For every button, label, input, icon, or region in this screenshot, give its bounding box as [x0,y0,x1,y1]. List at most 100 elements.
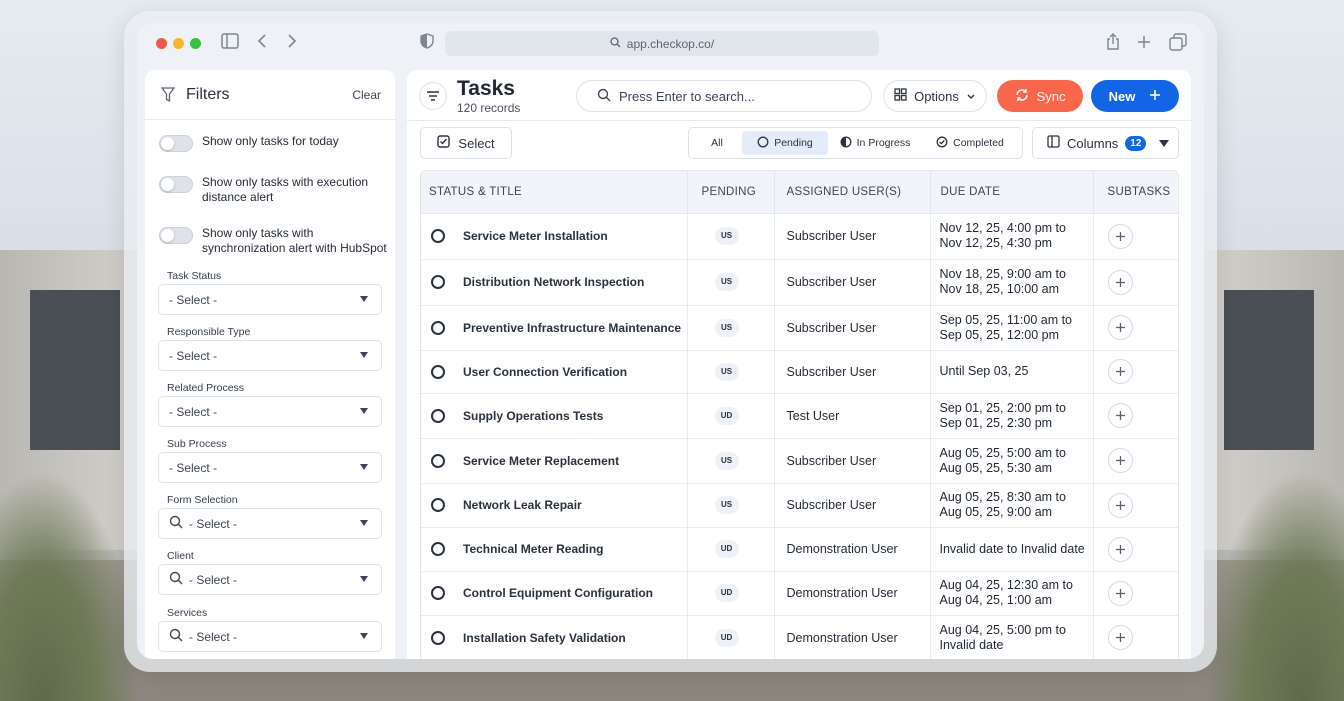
table-row[interactable]: Service Meter Installation US Subscriber U… [421,213,1178,260]
browser-chrome: app.checkop.co/ [137,23,1204,68]
options-button[interactable]: Options [883,80,987,112]
filters-header: Filters Clear [145,70,395,120]
toggle-label: Show only tasks for today [202,134,339,148]
pending-cell: UD [687,571,775,616]
responsible-type-select[interactable]: - Select - [158,340,382,371]
columns-button[interactable]: Columns 12 [1032,127,1179,159]
assigned-user-cell: Demonstration User [774,527,931,572]
form-selection-select[interactable]: - Select - [158,508,382,539]
search-icon [169,571,183,588]
toggle-hubspot-alert[interactable]: Show only tasks with synchronization ale… [159,226,391,256]
table-row[interactable]: Control Equipment Configuration UD Demonst… [421,571,1178,616]
status-title-cell: Supply Operations Tests [421,393,688,439]
toggle-today-tasks[interactable]: Show only tasks for today [159,134,391,152]
search-input[interactable]: Press Enter to search... [576,80,872,112]
sidebar-toggle-icon[interactable] [221,33,239,53]
pending-cell: US [687,259,775,306]
task-title[interactable]: Service Meter Installation [463,229,608,243]
tab-pending[interactable]: Pending [742,131,828,155]
tab-completed[interactable]: Completed [922,131,1018,155]
user-initials-badge: US [714,227,739,245]
address-bar[interactable]: app.checkop.co/ [445,31,879,56]
status-radio[interactable] [431,320,445,335]
add-subtask-button[interactable] [1107,492,1133,518]
assigned-user-cell: Subscriber User [774,483,931,528]
table-row[interactable]: Preventive Infrastructure Maintenance US S… [421,305,1178,351]
add-subtask-button[interactable] [1107,269,1133,295]
tab-all[interactable]: All [692,131,742,155]
new-tab-icon[interactable] [1137,33,1151,53]
filters-menu-button[interactable] [419,82,447,110]
status-radio[interactable] [431,364,445,379]
status-radio[interactable] [431,275,445,289]
table-row[interactable]: Service Meter Replacement US Subscriber Us… [421,438,1178,484]
task-title[interactable]: User Connection Verification [463,365,627,379]
column-header-subtasks[interactable]: SUBTASKS [1093,171,1178,214]
maximize-window-button[interactable] [190,38,201,49]
task-title[interactable]: Preventive Infrastructure Maintenance [463,321,681,335]
add-subtask-button[interactable] [1107,359,1133,384]
share-icon[interactable] [1105,33,1121,55]
due-date-line-1: Aug 04, 25, 5:00 pm to [939,622,1066,637]
toggle-distance-alert[interactable]: Show only tasks with execution distance … [159,175,391,205]
record-count: 120 records [457,101,521,115]
table-row[interactable]: Technical Meter Reading UD Demonstration U… [421,527,1178,572]
table-row[interactable]: Distribution Network Inspection US Subscri… [421,259,1178,306]
status-radio[interactable] [431,542,445,556]
toggle-label: Show only tasks with execution distance … [202,175,369,204]
task-title[interactable]: Network Leak Repair [463,498,582,512]
toggle-switch[interactable] [159,176,193,193]
client-select[interactable]: - Select - [158,564,382,595]
related-process-select[interactable]: - Select - [158,396,382,427]
plus-icon [1115,277,1125,287]
task-title[interactable]: Technical Meter Reading [463,542,603,556]
forward-icon[interactable] [287,33,297,53]
column-header-pending[interactable]: PENDING [687,171,775,214]
assigned-user-cell: Subscriber User [774,438,931,484]
task-status-select[interactable]: - Select - [158,284,382,315]
close-window-button[interactable] [156,38,167,49]
due-date-line-1: Sep 05, 25, 11:00 am to [939,312,1073,327]
add-subtask-button[interactable] [1107,580,1133,606]
add-subtask-button[interactable] [1107,315,1133,340]
table-row[interactable]: Installation Safety Validation UD Demonstr… [421,615,1178,659]
sync-button[interactable]: Sync [997,80,1083,112]
status-radio[interactable] [431,229,445,243]
back-icon[interactable] [257,33,267,53]
status-radio[interactable] [431,630,445,645]
minimize-window-button[interactable] [173,38,184,49]
column-header-status-title[interactable]: STATUS & TITLE [421,171,688,214]
due-date-cell: Nov 18, 25, 9:00 am to Nov 18, 25, 10:00 … [930,259,1094,306]
services-select[interactable]: - Select - [158,621,382,652]
task-title[interactable]: Distribution Network Inspection [463,275,644,289]
sub-process-select[interactable]: - Select - [158,452,382,483]
assigned-user-cell: Subscriber User [774,305,931,351]
add-subtask-button[interactable] [1107,536,1133,562]
tabs-overview-icon[interactable] [1169,33,1187,55]
subtasks-cell [1093,615,1178,659]
select-button[interactable]: Select [420,127,512,159]
toggle-switch[interactable] [159,135,193,152]
status-radio[interactable] [431,498,445,512]
new-task-button[interactable]: New [1091,80,1179,112]
task-title[interactable]: Control Equipment Configuration [463,586,653,600]
tab-in-progress[interactable]: In Progress [828,131,922,155]
clear-filters-button[interactable]: Clear [352,88,381,102]
status-radio[interactable] [431,453,445,468]
task-title[interactable]: Supply Operations Tests [463,409,603,423]
table-row[interactable]: Network Leak Repair US Subscriber User Aug … [421,483,1178,528]
add-subtask-button[interactable] [1107,403,1133,428]
column-header-assigned-users[interactable]: ASSIGNED USER(S) [774,171,931,214]
status-radio[interactable] [431,586,445,600]
add-subtask-button[interactable] [1107,223,1133,249]
status-radio[interactable] [431,408,445,423]
task-title[interactable]: Service Meter Replacement [463,454,619,468]
columns-label: Columns [1067,135,1119,151]
toggle-switch[interactable] [159,227,193,244]
task-title[interactable]: Installation Safety Validation [463,631,626,645]
add-subtask-button[interactable] [1107,625,1133,650]
table-row[interactable]: Supply Operations Tests UD Test User Sep 01… [421,393,1178,439]
column-header-due-date[interactable]: DUE DATE [930,171,1094,214]
add-subtask-button[interactable] [1107,448,1133,473]
table-row[interactable]: User Connection Verification US Subscriber… [421,350,1178,394]
